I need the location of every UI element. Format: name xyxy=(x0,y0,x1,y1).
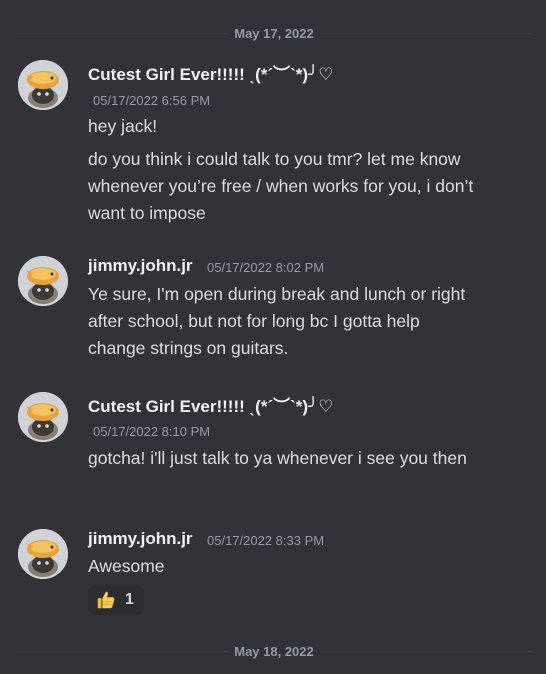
date-divider-label: May 17, 2022 xyxy=(228,25,320,41)
author-name[interactable]: jimmy.john.jr xyxy=(88,529,193,549)
message-text: hey jack! xyxy=(88,116,158,136)
reaction-thumbs-up[interactable]: 1 xyxy=(88,585,144,615)
reaction-count: 1 xyxy=(125,591,134,608)
date-divider: May 18, 2022 xyxy=(16,641,532,661)
message-text: Ye sure, I'm open during break and lunch… xyxy=(88,284,466,358)
message-text: do you think i could talk to you tmr? le… xyxy=(88,149,474,223)
thumbs-up-icon xyxy=(97,591,115,609)
message-text: Awesome xyxy=(88,556,165,576)
avatar-image-icon xyxy=(18,392,68,442)
avatar-image-icon xyxy=(18,60,68,110)
avatar-image-icon xyxy=(18,256,68,306)
avatar[interactable] xyxy=(18,392,68,442)
message-text: gotcha! i'll just talk to ya whenever i … xyxy=(88,448,467,468)
message-timestamp: 05/17/2022 8:02 PM xyxy=(207,260,325,275)
avatar[interactable] xyxy=(18,256,68,306)
message-timestamp: 05/17/2022 6:56 PM xyxy=(93,93,211,108)
date-divider: May 17, 2022 xyxy=(16,23,532,43)
avatar[interactable] xyxy=(18,529,68,579)
author-name[interactable]: Cutest Girl Ever!!!!! ˎ(*´︶`*)╯♡ xyxy=(88,392,334,417)
message-timestamp: 05/17/2022 8:33 PM xyxy=(207,533,325,548)
avatar-image-icon xyxy=(18,529,68,579)
author-name[interactable]: Cutest Girl Ever!!!!! ˎ(*´︶`*)╯♡ xyxy=(88,60,334,85)
date-divider-label: May 18, 2022 xyxy=(228,643,320,659)
message-timestamp: 05/17/2022 8:10 PM xyxy=(93,424,211,439)
author-name[interactable]: jimmy.john.jr xyxy=(88,256,193,276)
avatar[interactable] xyxy=(18,60,68,110)
